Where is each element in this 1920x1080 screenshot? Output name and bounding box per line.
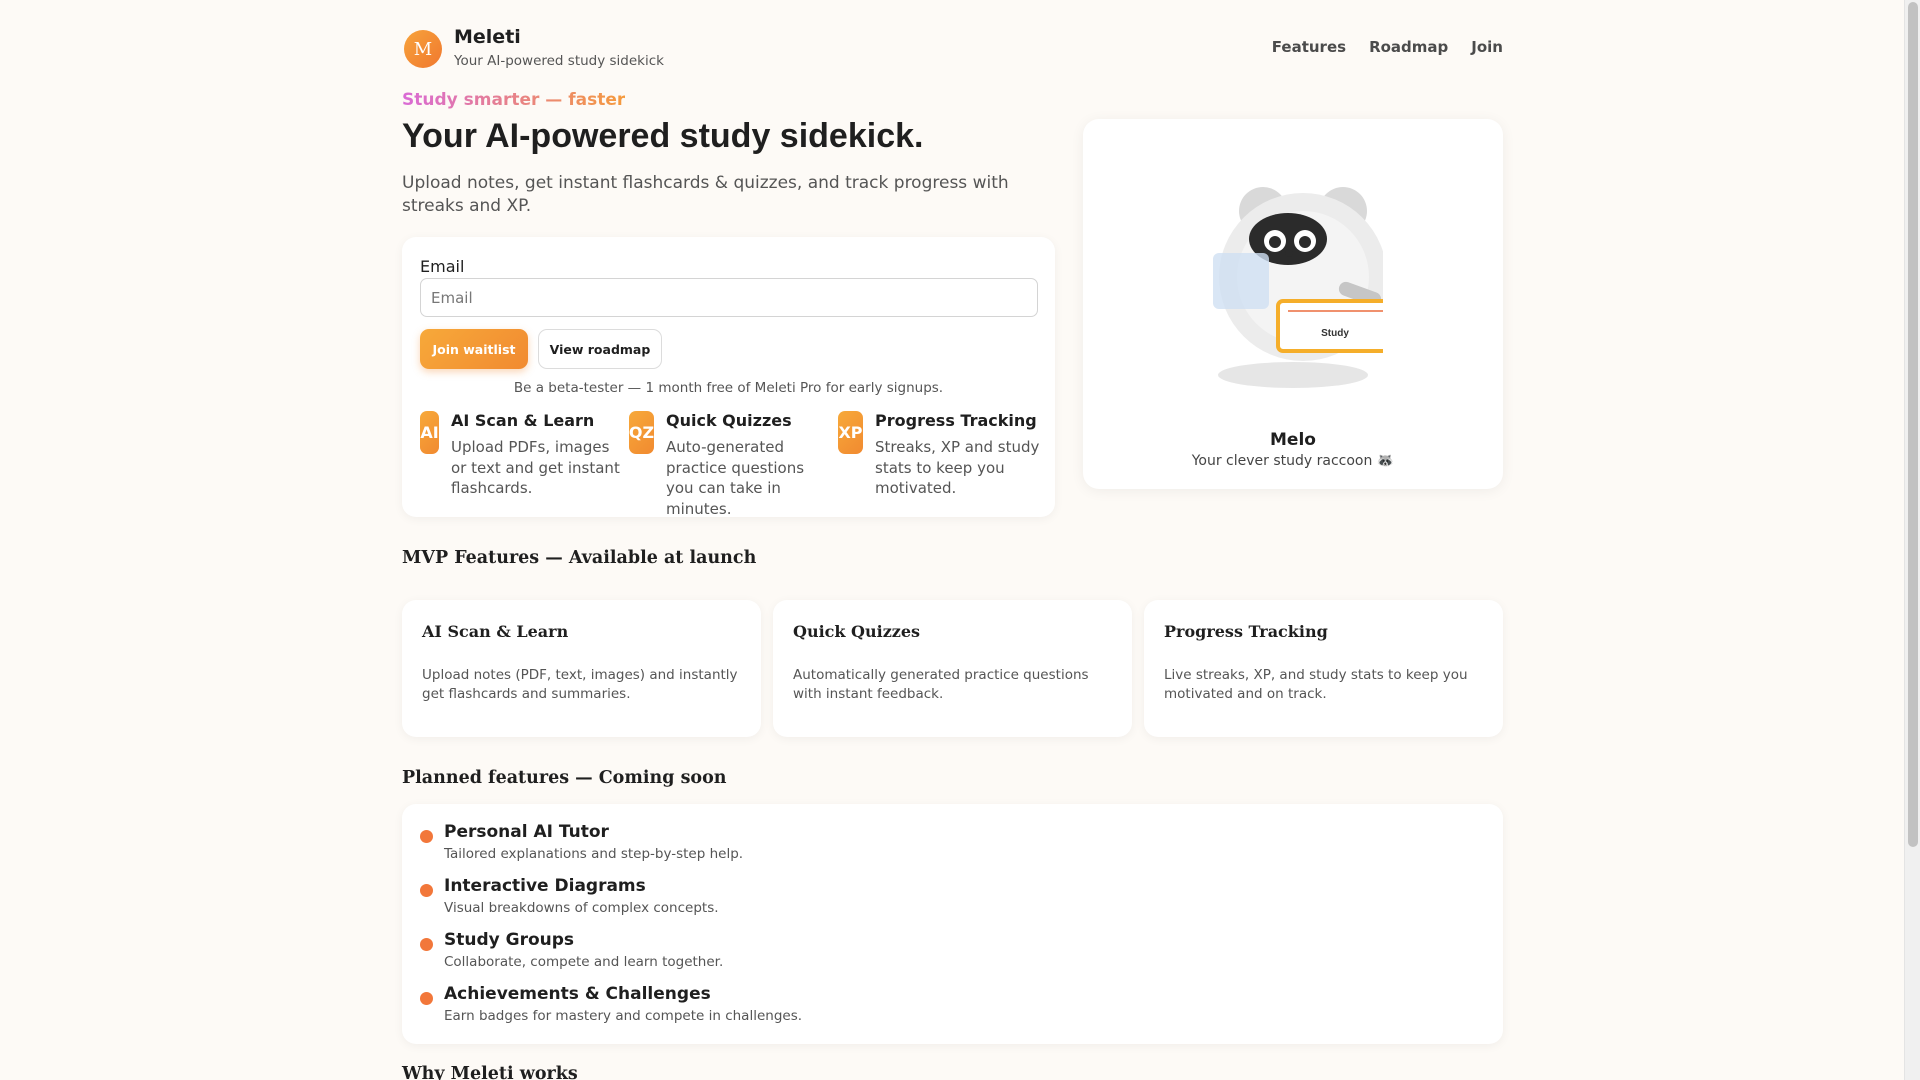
mvp-card-title: Progress Tracking bbox=[1164, 622, 1328, 641]
mini-feature-title: Progress Tracking bbox=[875, 411, 1037, 430]
nav-link-roadmap[interactable]: Roadmap bbox=[1369, 38, 1448, 56]
site-header: M Meleti Your AI-powered study sidekick … bbox=[402, 26, 1503, 72]
ai-badge-icon: AI bbox=[420, 411, 439, 454]
mvp-card-desc: Upload notes (PDF, text, images) and ins… bbox=[422, 667, 738, 702]
view-roadmap-button[interactable]: View roadmap bbox=[538, 329, 662, 369]
join-waitlist-button[interactable]: Join waitlist bbox=[420, 329, 528, 369]
planned-item-desc: Tailored explanations and step-by-step h… bbox=[444, 846, 744, 862]
planned-item-title: Study Groups bbox=[444, 930, 575, 950]
mvp-card-ai-scan: AI Scan & Learn Upload notes (PDF, text,… bbox=[402, 600, 761, 737]
mascot-name: Melo bbox=[1270, 430, 1316, 450]
study-board-label: Study bbox=[1321, 328, 1349, 339]
raccoon-mascot-illustration: Study bbox=[1213, 187, 1383, 388]
planned-features-card: Personal AI Tutor Tailored explanations … bbox=[402, 804, 1503, 1044]
mini-feature-title: Quick Quizzes bbox=[666, 411, 792, 430]
planned-item-title: Personal AI Tutor bbox=[444, 822, 609, 842]
quiz-badge-icon: QZ bbox=[629, 411, 654, 454]
planned-item-title: Interactive Diagrams bbox=[444, 876, 646, 896]
brand-name: Meleti bbox=[454, 26, 521, 48]
signup-card: Email Join waitlist View roadmap Be a be… bbox=[402, 237, 1055, 518]
xp-badge-icon: XP bbox=[838, 411, 863, 454]
nav-link-join[interactable]: Join bbox=[1471, 38, 1503, 56]
brand-tagline: Your AI-powered study sidekick bbox=[454, 53, 664, 69]
mvp-card-desc: Live streaks, XP, and study stats to kee… bbox=[1164, 667, 1468, 702]
page-scrollbar[interactable] bbox=[1904, 0, 1920, 1080]
mvp-card-progress-tracking: Progress Tracking Live streaks, XP, and … bbox=[1144, 600, 1503, 737]
planned-section-title: Planned features — Coming soon bbox=[402, 768, 727, 788]
main-nav: Features Roadmap Join bbox=[1272, 38, 1503, 56]
bullet-dot-icon bbox=[420, 992, 433, 1005]
why-section-title: Why Meleti works bbox=[402, 1064, 578, 1080]
email-input[interactable] bbox=[420, 278, 1038, 317]
mascot-tagline: Your clever study raccoon 🦝 bbox=[1191, 453, 1395, 469]
hero-eyebrow: Study smarter — faster bbox=[402, 90, 626, 110]
email-label: Email bbox=[420, 257, 465, 276]
mvp-section-title: MVP Features — Available at launch bbox=[402, 548, 757, 568]
mini-feature-title: AI Scan & Learn bbox=[451, 411, 595, 430]
beta-note: Be a beta-tester — 1 month free of Melet… bbox=[513, 380, 944, 396]
planned-item-desc: Visual breakdowns of complex concepts. bbox=[444, 900, 719, 916]
bullet-dot-icon bbox=[420, 884, 433, 897]
nav-link-features[interactable]: Features bbox=[1272, 38, 1346, 56]
mascot-card: Study Melo Your clever study raccoon 🦝 bbox=[1083, 119, 1503, 489]
mvp-card-desc: Automatically generated practice questio… bbox=[793, 667, 1089, 702]
bullet-dot-icon bbox=[420, 830, 433, 843]
scrollbar-thumb[interactable] bbox=[1908, 2, 1918, 847]
bullet-dot-icon bbox=[420, 938, 433, 951]
mini-feature-desc: Streaks, XP and study stats to keep you … bbox=[875, 438, 1040, 497]
mini-feature-desc: Upload PDFs, images or text and get inst… bbox=[451, 438, 620, 497]
planned-item-desc: Earn badges for mastery and compete in c… bbox=[444, 1008, 803, 1024]
mvp-card-title: Quick Quizzes bbox=[793, 622, 921, 641]
mini-feature-desc: Auto-generated practice questions you ca… bbox=[666, 438, 805, 518]
brand-logo[interactable]: M bbox=[404, 30, 442, 68]
hero-subtitle: Upload notes, get instant flashcards & q… bbox=[402, 173, 1009, 216]
hero-title: Your AI-powered study sidekick. bbox=[402, 117, 924, 155]
planned-item-title: Achievements & Challenges bbox=[444, 984, 711, 1004]
mvp-card-title: AI Scan & Learn bbox=[422, 622, 569, 641]
mvp-card-quick-quizzes: Quick Quizzes Automatically generated pr… bbox=[773, 600, 1132, 737]
planned-item-desc: Collaborate, compete and learn together. bbox=[444, 954, 724, 970]
